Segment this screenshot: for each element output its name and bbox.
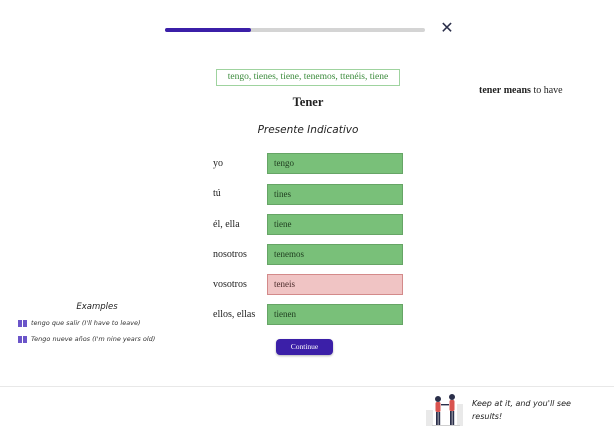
pronoun-label: ellos, ellas bbox=[213, 309, 256, 320]
pronoun-label: yo bbox=[213, 158, 223, 169]
hint-verb: tener bbox=[479, 85, 502, 96]
conjugation-input[interactable]: tiene bbox=[267, 214, 403, 235]
conjugation-input[interactable]: tengo bbox=[267, 153, 403, 174]
footer-divider bbox=[0, 386, 614, 387]
pronoun-label: nosotros bbox=[213, 249, 247, 260]
progress-bar bbox=[165, 28, 425, 32]
example-text: tengo que salir (I'll have to leave) bbox=[31, 319, 141, 327]
conjugation-input[interactable]: tines bbox=[267, 184, 403, 205]
examples-title: Examples bbox=[76, 302, 118, 312]
pronoun-label: él, ella bbox=[213, 219, 240, 230]
book-icon bbox=[18, 335, 27, 343]
conjugation-input[interactable]: tienen bbox=[267, 304, 403, 325]
pronoun-label: vosotros bbox=[213, 279, 247, 290]
progress-bar-fill bbox=[165, 28, 251, 32]
example-item: Tengo nueve años (I'm nine years old) bbox=[18, 335, 155, 343]
book-icon bbox=[18, 319, 27, 327]
pronoun-label: tú bbox=[213, 188, 221, 199]
conjugation-input[interactable]: teneis bbox=[267, 274, 403, 295]
hint-means: means bbox=[503, 85, 531, 96]
example-item: tengo que salir (I'll have to leave) bbox=[18, 319, 141, 327]
encouragement-message: Keep at it, and you'll see results! bbox=[472, 399, 571, 421]
example-text: Tengo nueve años (I'm nine years old) bbox=[31, 335, 156, 343]
verb-title: Tener bbox=[292, 95, 324, 109]
translation-hint: tener means to have bbox=[479, 85, 563, 96]
answer-summary: tengo, tienes, tiene, tenemos, ttenéis, … bbox=[216, 69, 400, 86]
mascot-illustration bbox=[426, 394, 463, 426]
close-icon: ✕ bbox=[440, 18, 454, 37]
hint-translation: to have bbox=[533, 85, 563, 96]
tense-title: Presente Indicativo bbox=[257, 124, 359, 136]
close-button[interactable]: ✕ bbox=[439, 19, 455, 37]
continue-button[interactable]: Continue bbox=[276, 339, 333, 355]
conjugation-input[interactable]: tenemos bbox=[267, 244, 403, 265]
